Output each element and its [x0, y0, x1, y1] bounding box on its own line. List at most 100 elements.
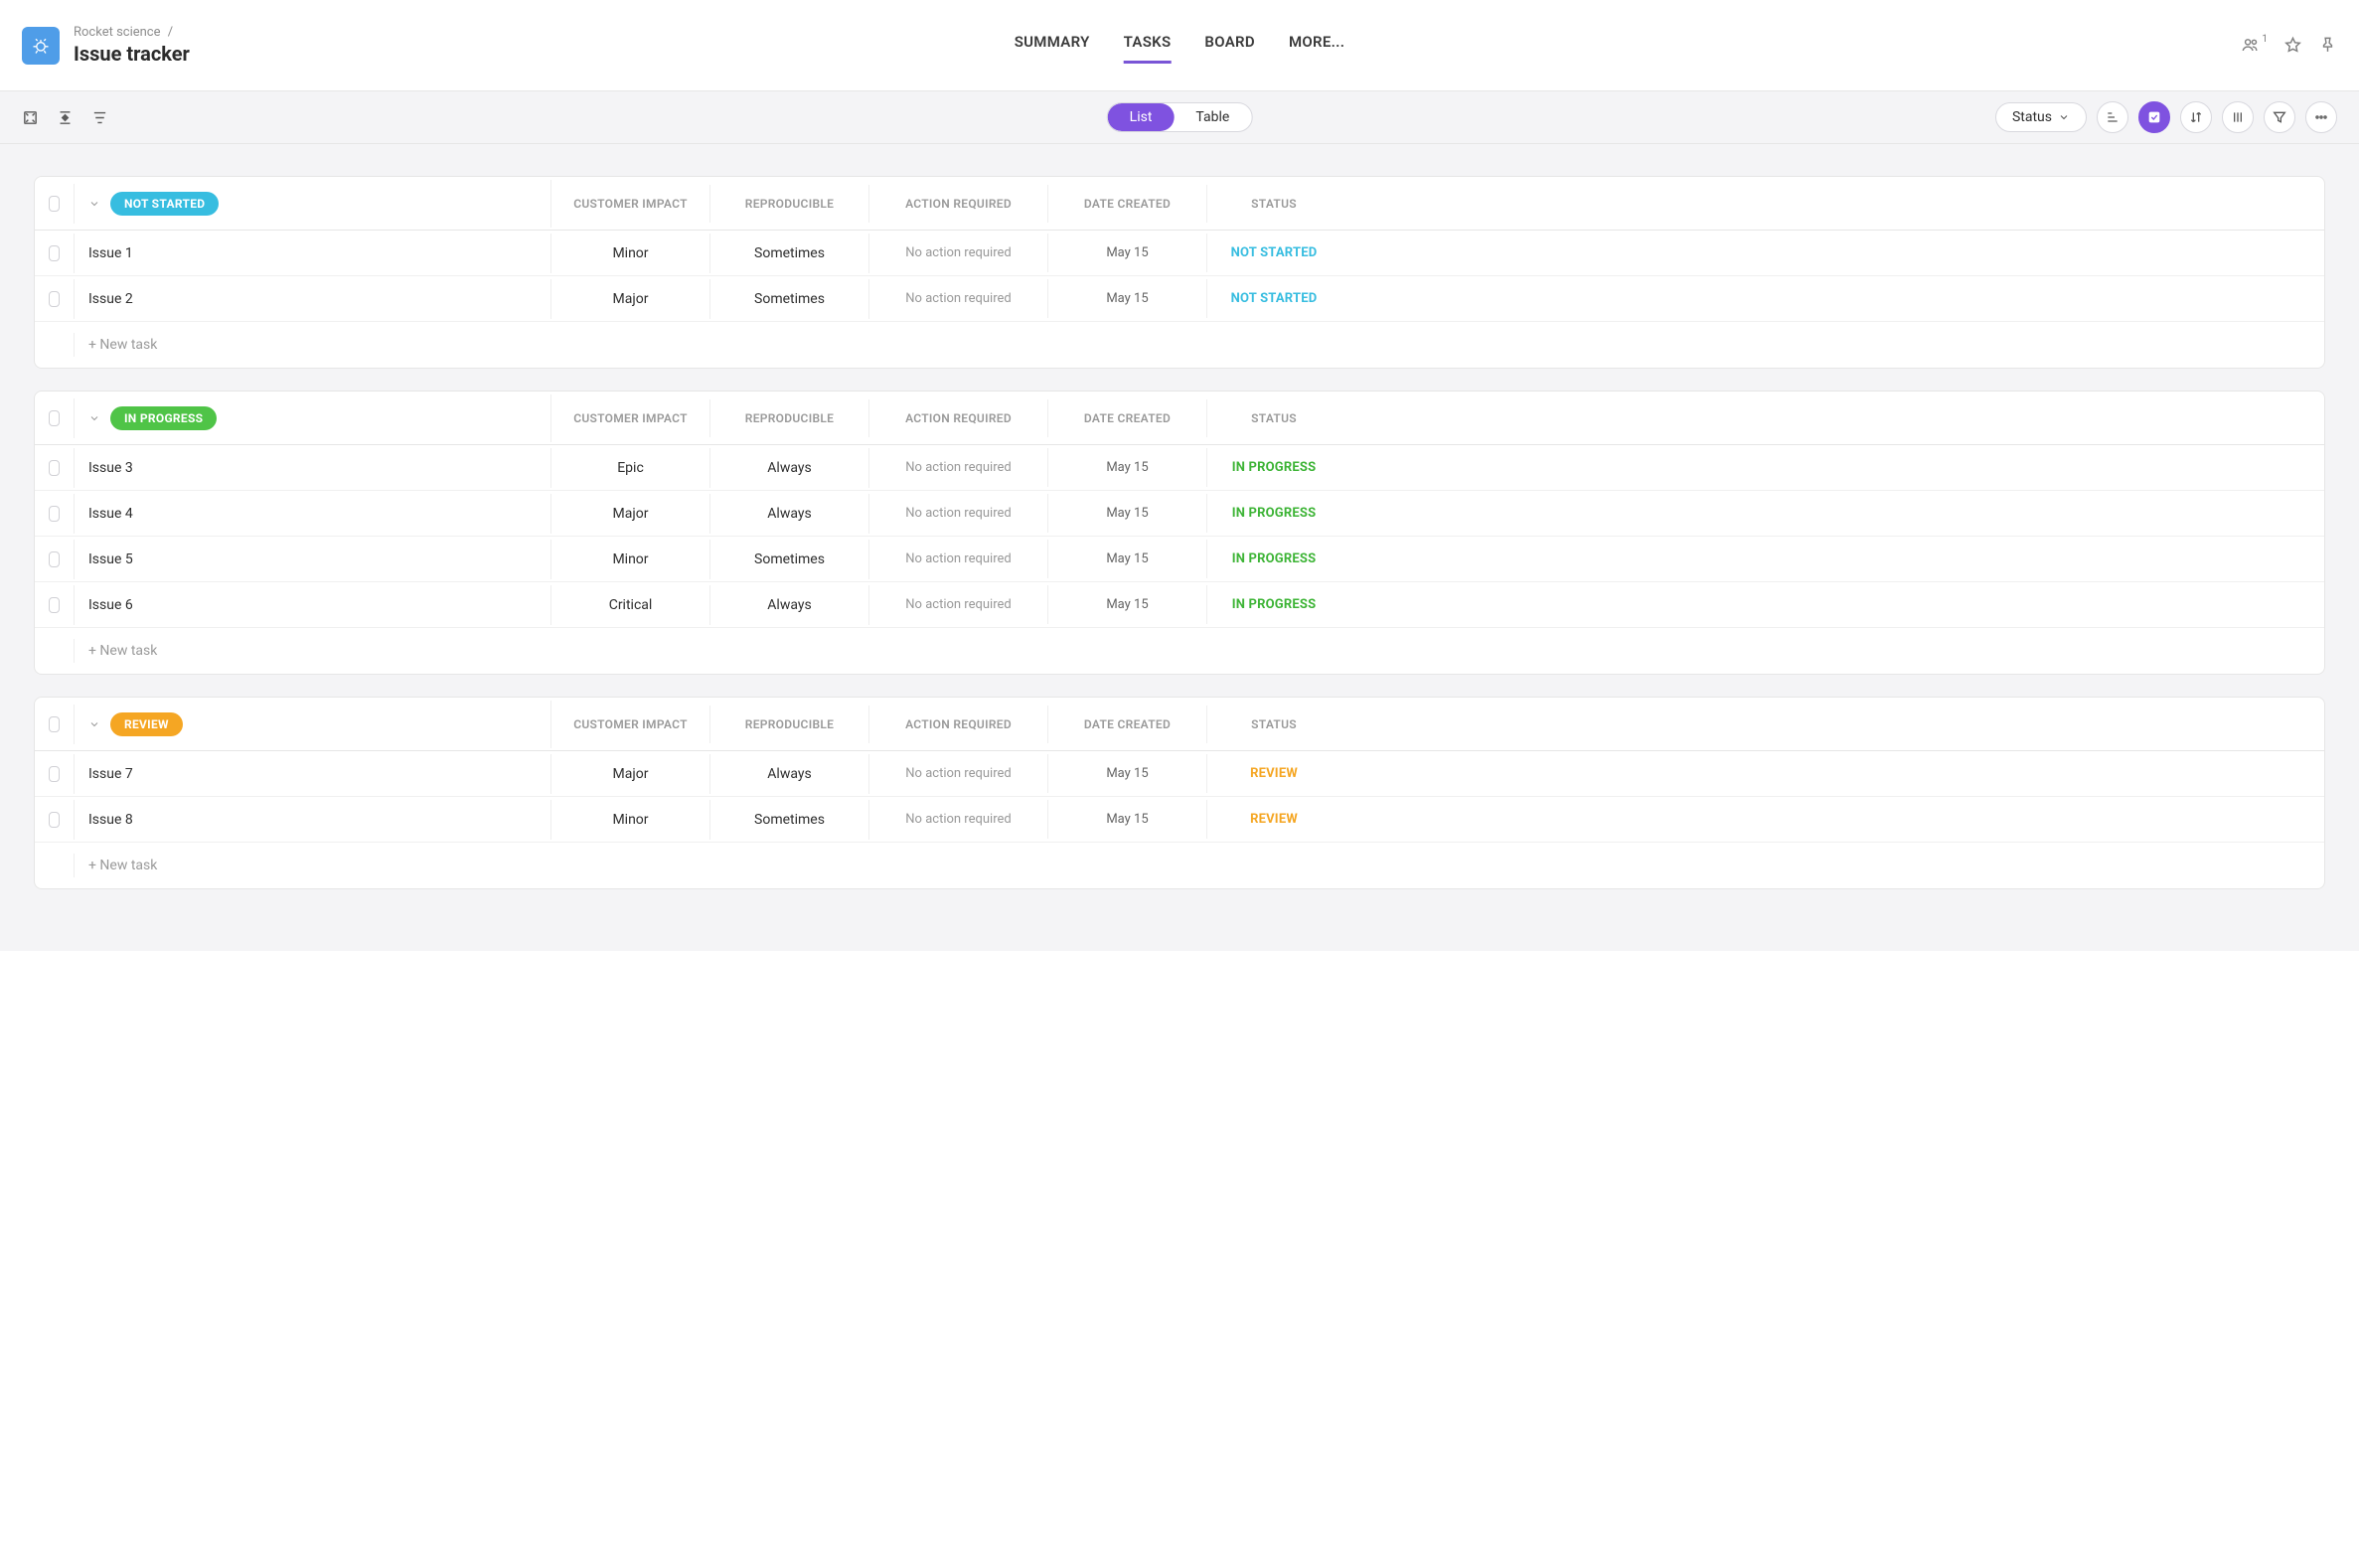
table-row[interactable]: Issue 7 Major Always No action required … — [35, 751, 2324, 797]
cell-status[interactable]: REVIEW — [1207, 754, 1340, 793]
task-name[interactable]: Issue 2 — [75, 279, 551, 319]
filter-icon[interactable] — [2264, 101, 2295, 133]
cell-action[interactable]: No action required — [869, 585, 1048, 624]
col-status[interactable]: STATUS — [1207, 399, 1340, 437]
cell-reproducible[interactable]: Sometimes — [710, 279, 869, 319]
cell-date[interactable]: May 15 — [1048, 540, 1207, 578]
cell-status[interactable]: IN PROGRESS — [1207, 494, 1340, 533]
collapse-rows-icon[interactable] — [57, 109, 74, 126]
table-row[interactable]: Issue 4 Major Always No action required … — [35, 491, 2324, 537]
cell-status[interactable]: IN PROGRESS — [1207, 540, 1340, 578]
more-icon[interactable] — [2305, 101, 2337, 133]
cell-date[interactable]: May 15 — [1048, 754, 1207, 793]
pin-icon[interactable] — [2318, 36, 2337, 55]
cell-action[interactable]: No action required — [869, 234, 1048, 272]
row-checkbox[interactable] — [49, 245, 60, 261]
table-row[interactable]: Issue 2 Major Sometimes No action requir… — [35, 276, 2324, 322]
cell-impact[interactable]: Critical — [551, 585, 710, 625]
select-all-checkbox[interactable] — [49, 410, 60, 426]
cell-status[interactable]: NOT STARTED — [1207, 279, 1340, 318]
star-icon[interactable] — [2283, 36, 2302, 55]
cell-reproducible[interactable]: Sometimes — [710, 540, 869, 579]
cell-date[interactable]: May 15 — [1048, 234, 1207, 272]
cell-date[interactable]: May 15 — [1048, 585, 1207, 624]
cell-action[interactable]: No action required — [869, 279, 1048, 318]
task-name[interactable]: Issue 5 — [75, 540, 551, 579]
row-checkbox[interactable] — [49, 597, 60, 613]
new-task-button[interactable]: + New task — [75, 325, 551, 365]
nav-more[interactable]: MORE... — [1289, 27, 1344, 64]
group-badge[interactable]: NOT STARTED — [110, 192, 219, 216]
cell-action[interactable]: No action required — [869, 448, 1048, 487]
nav-board[interactable]: BOARD — [1204, 27, 1255, 64]
expand-icon[interactable] — [22, 109, 39, 126]
table-row[interactable]: Issue 6 Critical Always No action requir… — [35, 582, 2324, 628]
table-row[interactable]: Issue 3 Epic Always No action required M… — [35, 445, 2324, 491]
filter-settings-icon[interactable] — [91, 109, 108, 126]
group-badge[interactable]: IN PROGRESS — [110, 406, 217, 430]
task-name[interactable]: Issue 1 — [75, 234, 551, 273]
view-table[interactable]: Table — [1174, 103, 1251, 131]
group-badge[interactable]: REVIEW — [110, 712, 183, 736]
collapse-group-icon[interactable] — [88, 198, 100, 210]
cell-action[interactable]: No action required — [869, 494, 1048, 533]
col-date-created[interactable]: DATE CREATED — [1048, 399, 1207, 437]
cell-date[interactable]: May 15 — [1048, 800, 1207, 839]
nav-tasks[interactable]: TASKS — [1124, 27, 1172, 64]
row-checkbox[interactable] — [49, 766, 60, 782]
row-checkbox[interactable] — [49, 551, 60, 567]
task-name[interactable]: Issue 4 — [75, 494, 551, 534]
cell-impact[interactable]: Minor — [551, 540, 710, 579]
members-button[interactable]: 1 — [2241, 36, 2268, 55]
cell-impact[interactable]: Major — [551, 279, 710, 319]
select-all-checkbox[interactable] — [49, 196, 60, 212]
task-name[interactable]: Issue 7 — [75, 754, 551, 794]
cell-reproducible[interactable]: Sometimes — [710, 800, 869, 840]
cell-impact[interactable]: Minor — [551, 800, 710, 840]
subtasks-icon[interactable] — [2097, 101, 2128, 133]
row-checkbox[interactable] — [49, 506, 60, 522]
breadcrumb-parent[interactable]: Rocket science — [74, 25, 161, 40]
col-customer-impact[interactable]: CUSTOMER IMPACT — [551, 706, 710, 743]
collapse-group-icon[interactable] — [88, 412, 100, 424]
task-name[interactable]: Issue 6 — [75, 585, 551, 625]
cell-action[interactable]: No action required — [869, 800, 1048, 839]
col-customer-impact[interactable]: CUSTOMER IMPACT — [551, 399, 710, 437]
cell-date[interactable]: May 15 — [1048, 494, 1207, 533]
table-row[interactable]: Issue 8 Minor Sometimes No action requir… — [35, 797, 2324, 843]
breadcrumb[interactable]: Rocket science / — [74, 25, 190, 40]
row-checkbox[interactable] — [49, 291, 60, 307]
table-row[interactable]: Issue 1 Minor Sometimes No action requir… — [35, 231, 2324, 276]
col-reproducible[interactable]: REPRODUCIBLE — [710, 399, 869, 437]
col-reproducible[interactable]: REPRODUCIBLE — [710, 185, 869, 223]
view-list[interactable]: List — [1108, 103, 1175, 131]
col-action-required[interactable]: ACTION REQUIRED — [869, 399, 1048, 437]
collapse-group-icon[interactable] — [88, 718, 100, 730]
cell-status[interactable]: IN PROGRESS — [1207, 448, 1340, 487]
cell-date[interactable]: May 15 — [1048, 448, 1207, 487]
cell-action[interactable]: No action required — [869, 754, 1048, 793]
cell-impact[interactable]: Major — [551, 754, 710, 794]
col-action-required[interactable]: ACTION REQUIRED — [869, 185, 1048, 223]
cell-action[interactable]: No action required — [869, 540, 1048, 578]
cell-impact[interactable]: Epic — [551, 448, 710, 488]
cell-impact[interactable]: Major — [551, 494, 710, 534]
cell-status[interactable]: IN PROGRESS — [1207, 585, 1340, 624]
col-date-created[interactable]: DATE CREATED — [1048, 706, 1207, 743]
new-task-button[interactable]: + New task — [75, 631, 551, 671]
cell-reproducible[interactable]: Always — [710, 754, 869, 794]
select-all-checkbox[interactable] — [49, 716, 60, 732]
check-icon[interactable] — [2138, 101, 2170, 133]
col-reproducible[interactable]: REPRODUCIBLE — [710, 706, 869, 743]
cell-impact[interactable]: Minor — [551, 234, 710, 273]
task-name[interactable]: Issue 3 — [75, 448, 551, 488]
table-row[interactable]: Issue 5 Minor Sometimes No action requir… — [35, 537, 2324, 582]
cell-date[interactable]: May 15 — [1048, 279, 1207, 318]
col-status[interactable]: STATUS — [1207, 706, 1340, 743]
col-action-required[interactable]: ACTION REQUIRED — [869, 706, 1048, 743]
columns-icon[interactable] — [2222, 101, 2254, 133]
row-checkbox[interactable] — [49, 460, 60, 476]
new-task-button[interactable]: + New task — [75, 846, 551, 885]
cell-status[interactable]: NOT STARTED — [1207, 234, 1340, 272]
cell-reproducible[interactable]: Always — [710, 448, 869, 488]
